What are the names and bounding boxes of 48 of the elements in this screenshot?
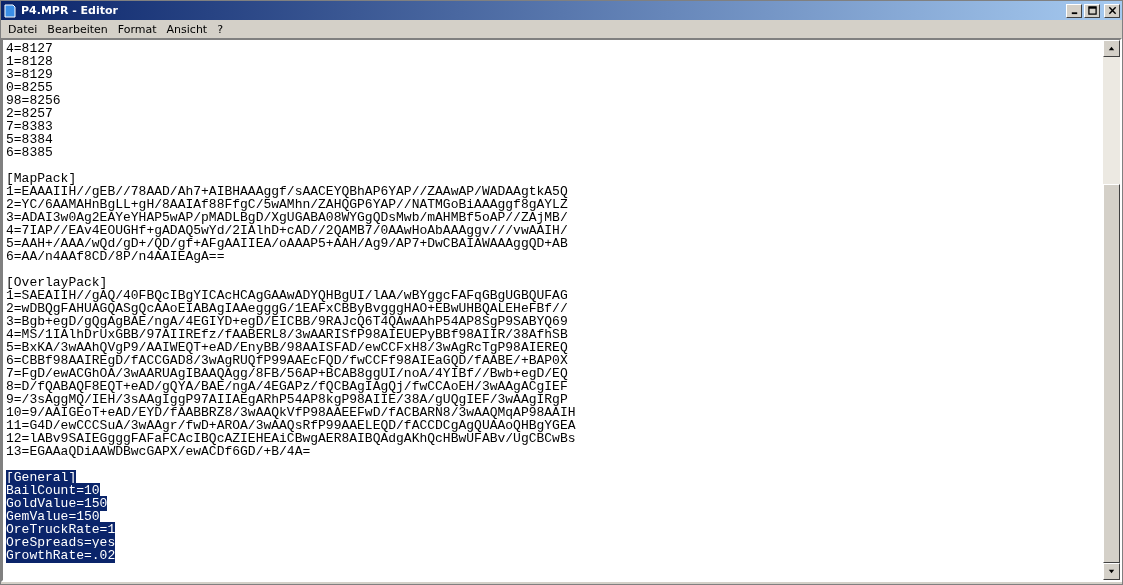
- maximize-icon: [1087, 6, 1097, 15]
- text-line: 11=G4D/ewCCCSuA/3wAAgr/fwD+AROA/3wAAQsRfP99AAELEQD/fACCDCgAgQUAAoQHBgYGEA: [6, 418, 576, 433]
- text-line: 1=8128: [6, 54, 53, 69]
- up-arrow-icon: [1107, 44, 1116, 53]
- text-line: 2=wDBQgFAHUAGQASgQcAAoEIABAgIAAegggG/1EAFxCBByBvgggHAO+EBwUHBQALEHeFBf//: [6, 301, 568, 316]
- maximize-button[interactable]: [1084, 3, 1100, 18]
- text-line: [MapPack]: [6, 171, 77, 186]
- text-line: 10=9/AAIGEoT+eAD/EYD/fAABBRZ8/3wAAQkVfP98AAEEFwD/fACBARN8/3wAAQMqAP98AAIH: [6, 405, 576, 420]
- text-line: 0=8255: [6, 80, 53, 95]
- text-line: 4=MS/1IAlhDrUxGBB/97AIIREfz/fAABERL8/3wAARISfP98AIEUEPyBBf98AIIR/38AfhSB: [6, 327, 568, 342]
- text-line: [OverlayPack]: [6, 275, 108, 290]
- text-line: 6=CBBf98AAIREgD/fACCGAD8/3wAgRUQfP99AAEcFQD/fwCCFf98AIEaGQD/fAABE/+BAP0X: [6, 353, 568, 368]
- vertical-scrollbar[interactable]: [1103, 40, 1120, 580]
- text-line: 4=8127: [6, 41, 53, 56]
- scroll-thumb[interactable]: [1103, 183, 1120, 563]
- text-line: 9=/3sAggMQ/IEH/3sAAgIggP97AIIAEgARhP54AP8kgP98AIIE/38A/gUQgIEF/3wAAgIRgP: [6, 392, 568, 407]
- text-line: 98=8256: [6, 93, 61, 108]
- text-line: 4=7IAP//EAv4EOUGHf+gADAQ5wYd/2IAlhD+cAD//2QAMB7/0AAwHoAbAAAggv///vwAAIH/: [6, 223, 568, 238]
- close-icon: [1107, 6, 1117, 15]
- text-line: 5=BxKA/3wAAhQVgP9/AAIWEQT+eAD/EnyBB/98AAISFAD/ewCCFxH8/3wAgRcTgP98AIEREQ: [6, 340, 568, 355]
- text-line: 5=AAH+/AAA/wQd/gD+/QD/gf+AFgAAIIEA/oAAAP5+AAH/Ag9/AP7+DwCBAIAWAAAggQD+AB: [6, 236, 568, 251]
- text-line: 2=8257: [6, 106, 53, 121]
- down-arrow-icon: [1107, 567, 1116, 576]
- text-line: 6=AA/n4AAf8CD/8P/n4AAIEAgA==: [6, 249, 225, 264]
- close-button[interactable]: [1104, 3, 1120, 18]
- text-line: 8=D/fQABAQF8EQT+eAD/gQYA/BAE/ngA/4EGAPz/fQCBAgIAgQj/fwCCAoEH/3wAAgACgIEF: [6, 379, 568, 394]
- notepad-icon: [3, 3, 17, 18]
- text-line: 12=lABv9SAIEGgggFAFaFCAcIBQcAZIEHEAiCBwgAER8AIBQAdgAKhQcHBwUFABv/UgCBCwBs: [6, 431, 576, 446]
- minimize-button[interactable]: [1066, 3, 1082, 18]
- text-line: 3=Bgb+egD/gQgAgBAE/ngA/4EGIYD+egD/EICBB/9RAJcQ6T4QAwAAhP54AP8SgP9SABYQ69: [6, 314, 568, 329]
- text-line: 13=EGAAaQDiAAWDBwcGAPX/ewACDf6GD/+B/4A=: [6, 444, 311, 459]
- menu-item[interactable]: Datei: [3, 22, 43, 36]
- text-line: 2=YC/6AAMAHnBgLL+gH/8AAIAf88FfgC/5wAMhn/ZAHQGP6YAP//NATMGoBiAAAggf8gAYLZ: [6, 197, 568, 212]
- window-title: P4.MPR - Editor: [21, 4, 119, 17]
- menu-item[interactable]: Ansicht: [161, 22, 213, 36]
- text-line: 5=8384: [6, 132, 53, 147]
- text-line: 3=ADAI3w0Ag2EAYeYHAP5wAP/pMADLBgD/XgUGABA08WYGgQDsMwb/mAHMBf5oAP//ZAjMB/: [6, 210, 568, 225]
- text-line: 3=8129: [6, 67, 53, 82]
- text-line: 1=EAAAIIH//gEB//78AAD/Ah7+AIBHAAAggf/sAACEYQBhAP6YAP//ZAAwAP/WADAAgtkA5Q: [6, 184, 568, 199]
- menu-item[interactable]: ?: [212, 22, 229, 36]
- text-line: 1=SAEAIIH//gAQ/40FBQcIBgYICAcHCAgGAAwADYQHBgUI/lAA/wBYggcFAFqGBgUGBQUFAG: [6, 288, 568, 303]
- text-line: 7=8383: [6, 119, 53, 134]
- menu-item[interactable]: Format: [112, 22, 162, 36]
- text-line: 7=FgD/ewACGhOA/3wAARUAgIBAAQAgg/8FB/56AP+BCAB8ggUI/noA/4YIBf//Bwb+egD/EQ: [6, 366, 568, 381]
- scroll-down-button[interactable]: [1103, 563, 1120, 580]
- menu-item[interactable]: Bearbeiten: [42, 22, 113, 36]
- scroll-up-button[interactable]: [1103, 40, 1120, 57]
- text-line: 6=8385: [6, 145, 53, 160]
